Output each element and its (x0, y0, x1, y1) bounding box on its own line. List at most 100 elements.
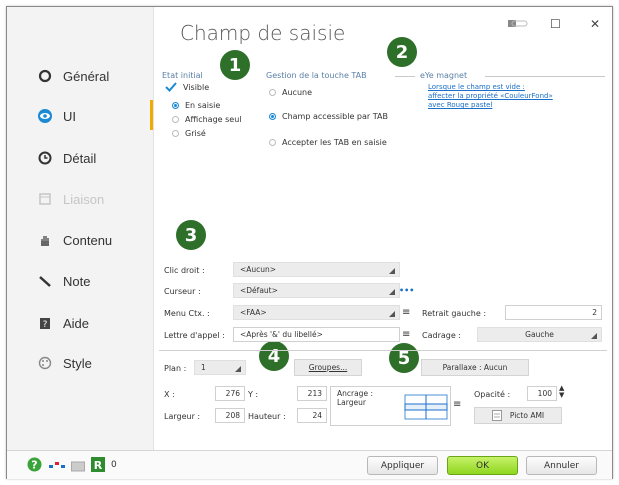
r-icon[interactable]: R (91, 457, 105, 477)
ok-button[interactable]: OK (447, 456, 518, 475)
network-icon[interactable] (49, 459, 65, 477)
sidebar-item-label: Détail (63, 150, 97, 166)
sidebar-item-label: Aide (63, 315, 90, 331)
keyboard-icon[interactable] (71, 459, 85, 477)
sidebar-item-general[interactable]: Général (37, 65, 109, 87)
input-value: 24 (312, 411, 322, 420)
lettre-list-icon[interactable]: ≡ (402, 329, 410, 340)
dropdown-arrow-icon (591, 333, 597, 339)
svg-text:?: ? (31, 459, 37, 472)
opacite-input[interactable]: 100 (527, 386, 557, 401)
sidebar-item-detail[interactable]: Détail (37, 147, 96, 169)
radio-dot (172, 102, 179, 109)
maximize-button[interactable]: ☐ (550, 17, 561, 31)
magnet-link-line3[interactable]: avec Rouge pastel (428, 101, 492, 110)
radio-champ-accessible[interactable]: Champ accessible par TAB (269, 112, 388, 121)
hauteur-input[interactable]: 24 (297, 408, 327, 423)
curseur-label: Curseur : (164, 287, 201, 296)
dropdown-arrow-icon (389, 268, 395, 274)
combo-value: <Défaut> (240, 286, 278, 295)
radio-label: Champ accessible par TAB (282, 112, 388, 121)
visible-checkbox[interactable]: Visible (165, 82, 209, 92)
button-label: Parallaxe : Aucun (442, 363, 508, 372)
parallaxe-button[interactable]: Parallaxe : Aucun (421, 359, 529, 376)
radio-label: Affichage seul (185, 115, 242, 124)
picto-ami-button[interactable]: Picto AMI (474, 407, 562, 424)
radio-grise[interactable]: Grisé (172, 129, 206, 138)
group-title-magnet: eYe magnet (420, 71, 468, 80)
cadrage-label: Cadrage : (422, 331, 461, 340)
ancrage-value: Largeur (337, 398, 366, 407)
input-value: 2 (592, 308, 597, 317)
sidebar-item-ui[interactable]: UI (37, 105, 76, 127)
curseur-combo[interactable]: <Défaut> (233, 283, 400, 298)
page-title: Champ de saisie (180, 21, 346, 45)
sidebar-item-contenu[interactable]: Contenu (37, 229, 112, 251)
sidebar-item-aide[interactable]: ? Aide (37, 312, 89, 334)
minimize-icon[interactable] (507, 17, 529, 32)
button-label: Groupes... (308, 363, 348, 372)
radio-affichage-seul[interactable]: Affichage seul (172, 115, 242, 124)
group-title-etat-initial: Etat initial (162, 71, 203, 80)
radio-accepter-tab[interactable]: Accepter les TAB en saisie (269, 138, 387, 147)
more-icon[interactable]: ••• (399, 286, 414, 295)
dropdown-arrow-icon (389, 289, 395, 295)
x-label: X : (164, 390, 175, 399)
radio-label: Accepter les TAB en saisie (282, 138, 387, 147)
check-icon (165, 82, 177, 92)
plan-combo[interactable]: 1 (194, 360, 246, 375)
close-button[interactable]: ✕ (590, 17, 600, 31)
pen-icon (37, 273, 53, 289)
x-input[interactable]: 276 (215, 386, 245, 401)
retrait-gauche-input[interactable]: 2 (505, 305, 602, 320)
input-value: 208 (225, 411, 240, 420)
sidebar-item-liaison: Liaison (37, 188, 104, 210)
sidebar-item-label: Style (63, 355, 92, 371)
ancrage-label: Ancrage : (337, 389, 373, 398)
sidebar-item-label: Note (63, 273, 91, 289)
radio-label: Aucune (282, 88, 313, 97)
radio-dot (172, 116, 179, 123)
cadrage-combo[interactable]: Gauche (477, 327, 602, 342)
clic-droit-combo[interactable]: <Aucun> (233, 262, 400, 277)
y-input[interactable]: 213 (297, 386, 327, 401)
group-title-gestion-tab: Gestion de la touche TAB (266, 71, 367, 80)
largeur-input[interactable]: 208 (215, 408, 245, 423)
menu-list-icon[interactable]: ≡ (402, 307, 410, 318)
ancrage-menu-icon[interactable]: ≡ (453, 399, 461, 410)
radio-en-saisie[interactable]: En saisie (172, 101, 220, 110)
menu-ctx-combo[interactable]: <FAA> (233, 305, 400, 320)
active-indicator (150, 100, 153, 130)
menu-ctx-label: Menu Ctx. : (164, 309, 210, 318)
lettre-appel-label: Lettre d'appel : (164, 331, 225, 340)
input-value: 100 (537, 389, 552, 398)
opacite-label: Opacité : (474, 390, 511, 399)
opacite-spinner-icon[interactable]: ▲ ▼ (559, 385, 564, 399)
magnet-link-line1[interactable]: Lorsque le champ est vide : (428, 83, 525, 92)
sidebar-item-note[interactable]: Note (37, 270, 90, 292)
svg-text:R: R (94, 459, 103, 472)
radio-aucune[interactable]: Aucune (269, 88, 312, 97)
magnet-link-line2[interactable]: affecter la propriété «CouleurFond» (428, 92, 553, 101)
combo-value: <FAA> (240, 308, 267, 317)
largeur-label: Largeur : (164, 412, 201, 421)
group-divider (395, 76, 415, 77)
dropdown-arrow-icon (235, 366, 241, 372)
lettre-appel-input[interactable]: <Après '&' du libellé> (233, 327, 400, 342)
radio-dot (172, 130, 179, 137)
radio-dot (269, 139, 276, 146)
dialog-window: Général UI Détail Liaison Contenu Note ?… (6, 6, 613, 479)
ancrage-box[interactable]: Ancrage : Largeur (330, 386, 451, 426)
sidebar-item-style[interactable]: Style (37, 352, 92, 374)
sidebar-item-label: Contenu (63, 232, 113, 248)
radio-label: En saisie (185, 101, 221, 110)
apply-button[interactable]: Appliquer (367, 456, 438, 475)
cancel-button[interactable]: Annuler (526, 456, 597, 475)
visible-label: Visible (183, 82, 210, 92)
help-icon[interactable]: ? (27, 457, 42, 477)
callout-badge-4: 4 (259, 341, 289, 371)
hauteur-label: Hauteur : (248, 412, 286, 421)
groupes-button[interactable]: Groupes... (294, 359, 362, 376)
table-icon (37, 191, 53, 207)
sidebar-item-label: Général (63, 68, 110, 84)
